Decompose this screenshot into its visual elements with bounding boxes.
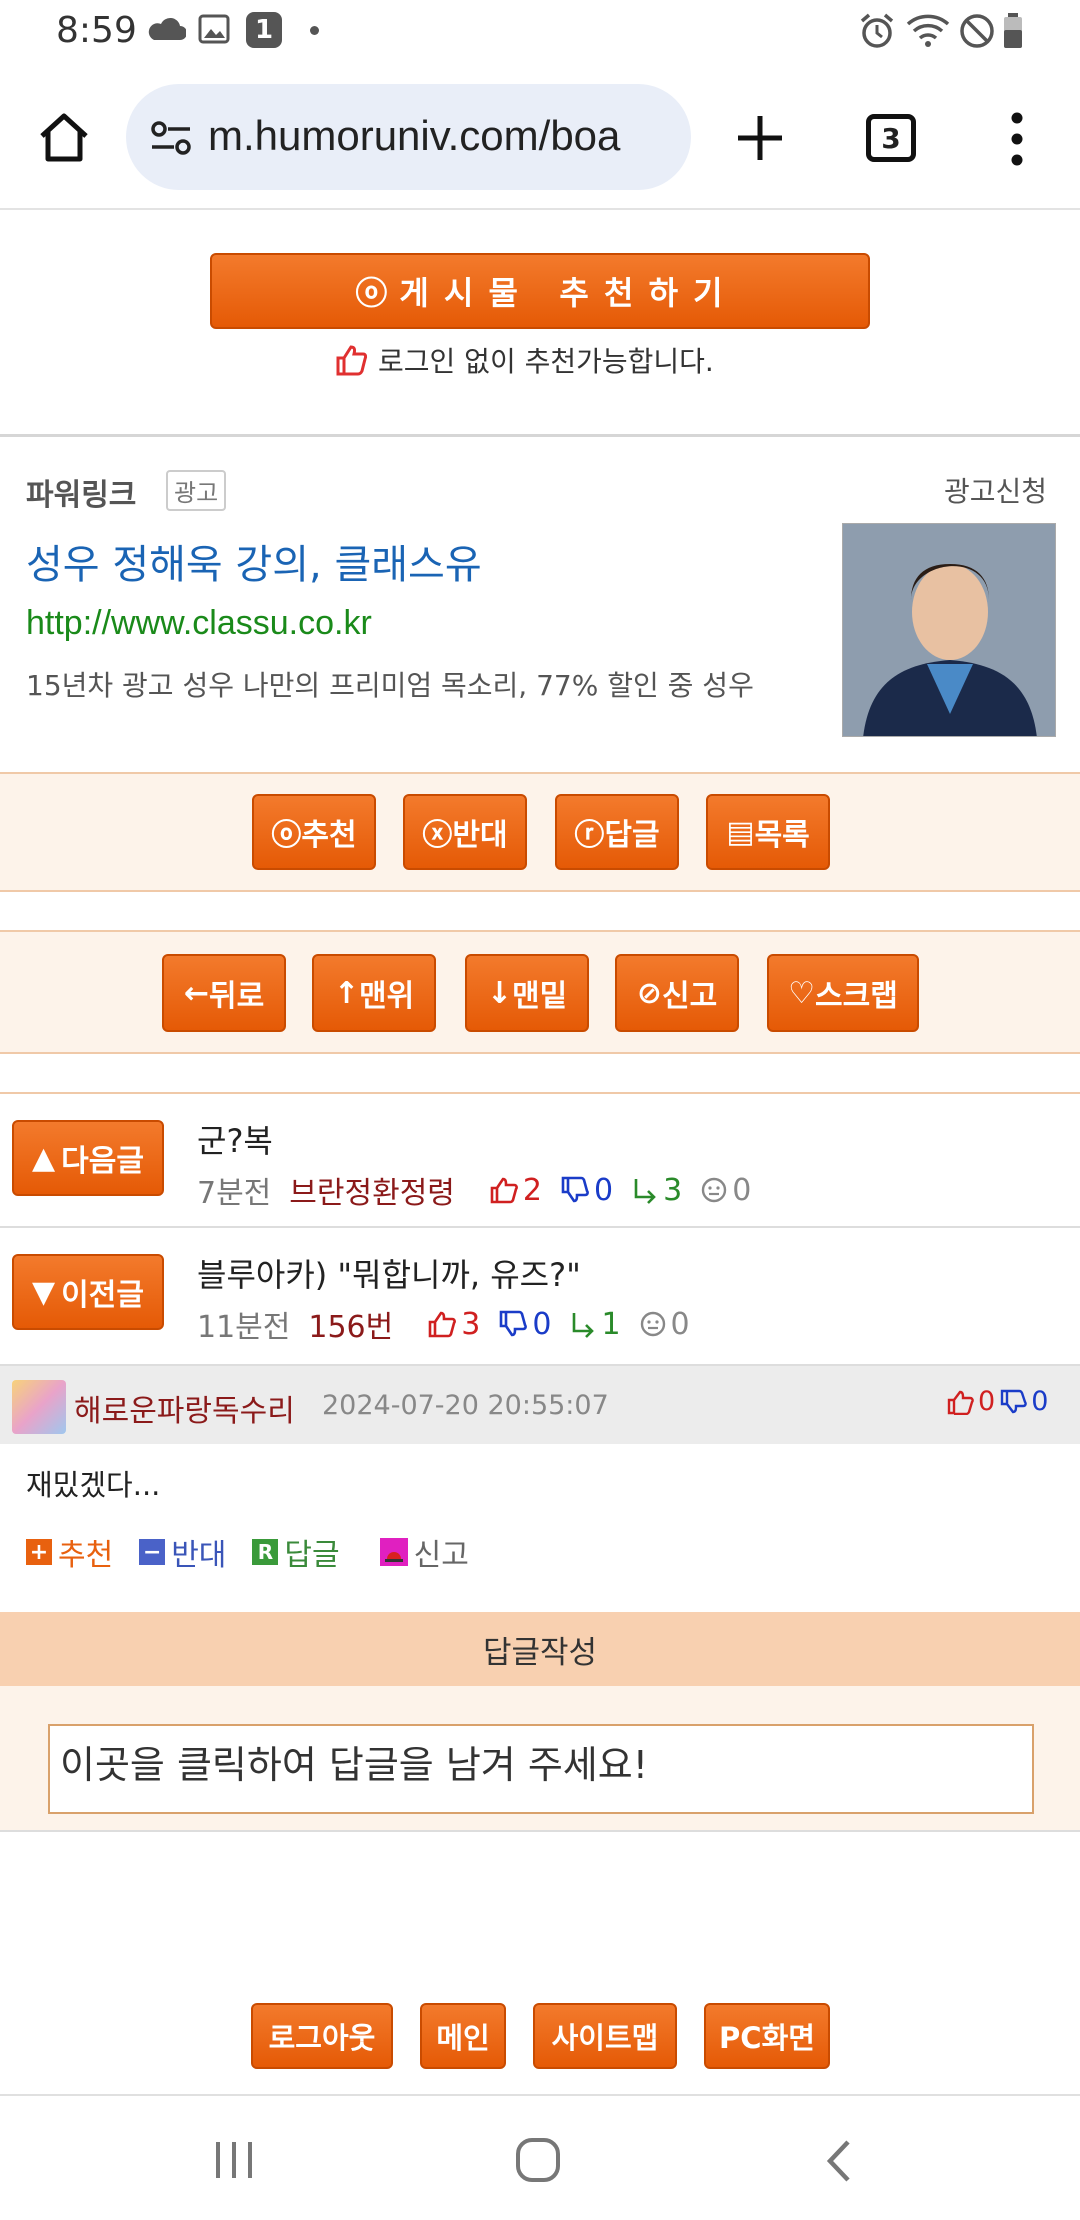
reply-arrow-icon: [634, 1179, 656, 1204]
image-icon: [198, 14, 230, 44]
heart-icon: ♡: [788, 975, 816, 1011]
reply-textarea[interactable]: 이곳을 클릭하여 답글을 남겨 주세요!: [48, 1724, 1034, 1814]
recommend-note: 로그인 없이 추천가능합니다.: [334, 340, 714, 380]
comment-votes: 0 0: [946, 1386, 1048, 1417]
home-circle-icon[interactable]: [514, 2136, 562, 2184]
arrow-down-icon: ↓: [486, 975, 512, 1011]
browser-toolbar: m.humoruniv.com/boa 3: [0, 66, 1080, 210]
wifi-icon: [906, 14, 950, 47]
next-post-row[interactable]: ▲ 다음글 군?복 7분전 브란정환정령 2 0 3 0: [0, 1094, 1080, 1228]
next-post-meta: 7분전 브란정환정령 2 0 3 0: [197, 1168, 751, 1212]
siren-icon: [379, 1538, 408, 1566]
more-notifications-dot: [310, 26, 319, 35]
comment-reply-button[interactable]: R 답글: [252, 1530, 340, 1574]
url-text: m.humoruniv.com/boa: [208, 112, 621, 159]
thumbs-up-icon: [428, 1311, 457, 1338]
r-letter-icon: R: [252, 1539, 279, 1565]
tab-switcher-button[interactable]: 3: [866, 114, 916, 162]
recent-apps-icon[interactable]: [212, 2140, 258, 2180]
status-bar: 8:59 1: [0, 0, 1080, 66]
scrap-button[interactable]: ♡ 스크랩: [767, 954, 919, 1032]
page-nav-bar: ← 뒤로 ↑ 맨위 ↓ 맨밑 ⊘ 신고 ♡ 스크랩: [0, 932, 1080, 1054]
thumbs-up-icon: [490, 1177, 518, 1204]
home-icon[interactable]: [36, 110, 92, 166]
reply-section: 이곳을 클릭하여 답글을 남겨 주세요!: [0, 1686, 1080, 1832]
triangle-down-icon: ▼: [32, 1274, 56, 1310]
comment-actions: + 추천 − 반대 R 답글 신고: [26, 1530, 469, 1574]
reply-arrow-icon: [573, 1313, 595, 1338]
next-post-author[interactable]: 브란정환정령: [289, 1168, 455, 1212]
face-icon: [701, 1177, 727, 1203]
report-button[interactable]: ⊘ 신고: [615, 954, 739, 1032]
site-settings-icon[interactable]: [150, 120, 192, 156]
status-time: 8:59: [56, 10, 137, 51]
post-recommend-label: 게 시 물 추 천 하 기: [399, 274, 725, 312]
logout-button[interactable]: 로그아웃: [251, 2003, 393, 2069]
prev-post-button[interactable]: ▼ 이전글: [12, 1254, 164, 1330]
address-bar[interactable]: m.humoruniv.com/boa: [126, 84, 691, 190]
recommend-circle-icon: ⓞ: [355, 274, 390, 312]
person-photo-icon: [843, 524, 1055, 736]
main-button[interactable]: 메인: [420, 2003, 506, 2069]
prev-post-title[interactable]: 블루아카) "뭐합니까, 유즈?": [197, 1250, 581, 1296]
list-icon: ▤: [726, 814, 755, 850]
reply-section-header: 답글작성: [0, 1612, 1080, 1686]
vote-down-button[interactable]: ⓧ 반대: [403, 794, 527, 870]
pc-view-button[interactable]: PC화면: [704, 2003, 830, 2069]
do-not-disturb-icon: [960, 14, 994, 48]
report-icon: ⊘: [636, 975, 662, 1011]
minus-icon: −: [139, 1539, 166, 1565]
plus-icon: +: [26, 1539, 52, 1565]
prev-post-meta: 11분전 156번 3 0 1 0: [197, 1302, 690, 1346]
circle-r-icon: ⓡ: [574, 818, 605, 853]
back-icon[interactable]: [824, 2138, 854, 2184]
ad-url-link[interactable]: http://www.classu.co.kr: [26, 604, 372, 643]
top-button[interactable]: ↑ 맨위: [312, 954, 436, 1032]
ad-apply-link[interactable]: 광고신청: [944, 470, 1047, 510]
powerlink-label: 파워링크: [26, 478, 137, 513]
bottom-button[interactable]: ↓ 맨밑: [465, 954, 589, 1032]
comment-text: 재밌겠다...: [26, 1468, 161, 1502]
comment-author[interactable]: 해로운파랑독수리: [74, 1386, 295, 1430]
battery-icon: [1004, 13, 1022, 48]
ad-description: 15년차 광고 성우 나만의 프리미엄 목소리, 77% 할인 중 성우: [26, 669, 754, 702]
avatar[interactable]: [12, 1380, 66, 1434]
alarm-icon: [860, 13, 894, 48]
system-nav-bar: [0, 2094, 1080, 2220]
comment-oppose-button[interactable]: − 반대: [139, 1530, 226, 1574]
menu-more-icon[interactable]: [1000, 110, 1034, 168]
sitemap-button[interactable]: 사이트맵: [533, 2003, 677, 2069]
thumbs-up-icon: [947, 1390, 974, 1415]
arrow-up-icon: ↑: [333, 975, 359, 1011]
back-button[interactable]: ← 뒤로: [162, 954, 286, 1032]
ad-title-link[interactable]: 성우 정해욱 강의, 클래스유: [26, 532, 482, 590]
ad-badge: 광고: [166, 470, 227, 511]
post-recommend-button[interactable]: ⓞ 게 시 물 추 천 하 기: [210, 253, 870, 329]
notification-badge: 1: [246, 12, 282, 48]
thumbs-down-icon: [1000, 1389, 1027, 1413]
thumbs-down-icon: [500, 1310, 528, 1337]
next-post-title[interactable]: 군?복: [197, 1116, 273, 1162]
cloud-icon: [148, 17, 186, 40]
comment-recommend-button[interactable]: + 추천: [26, 1530, 113, 1574]
prev-post-author[interactable]: 156번: [308, 1302, 393, 1346]
vote-up-button[interactable]: ⓞ 추천: [252, 794, 376, 870]
reply-button[interactable]: ⓡ 답글: [555, 794, 679, 870]
comment-date: 2024-07-20 20:55:07: [322, 1390, 609, 1421]
arrow-left-icon: ←: [183, 975, 209, 1011]
thumbs-down-icon: [561, 1176, 589, 1203]
circle-o-icon: ⓞ: [271, 818, 302, 853]
thumbs-up-icon: [336, 345, 368, 376]
circle-x-icon: ⓧ: [422, 818, 453, 853]
prev-post-row[interactable]: ▼ 이전글 블루아카) "뭐합니까, 유즈?" 11분전 156번 3 0 1 0: [0, 1228, 1080, 1364]
next-post-button[interactable]: ▲ 다음글: [12, 1120, 164, 1196]
triangle-up-icon: ▲: [32, 1140, 56, 1176]
comment-report-button[interactable]: 신고: [379, 1530, 469, 1574]
face-icon: [640, 1311, 665, 1337]
comment-header: 해로운파랑독수리 2024-07-20 20:55:07 0 0: [0, 1364, 1080, 1444]
ad-thumbnail[interactable]: [842, 523, 1056, 737]
new-tab-icon[interactable]: [734, 112, 786, 164]
post-action-bar: ⓞ 추천 ⓧ 반대 ⓡ 답글 ▤ 목록: [0, 772, 1080, 892]
list-button[interactable]: ▤ 목록: [706, 794, 830, 870]
